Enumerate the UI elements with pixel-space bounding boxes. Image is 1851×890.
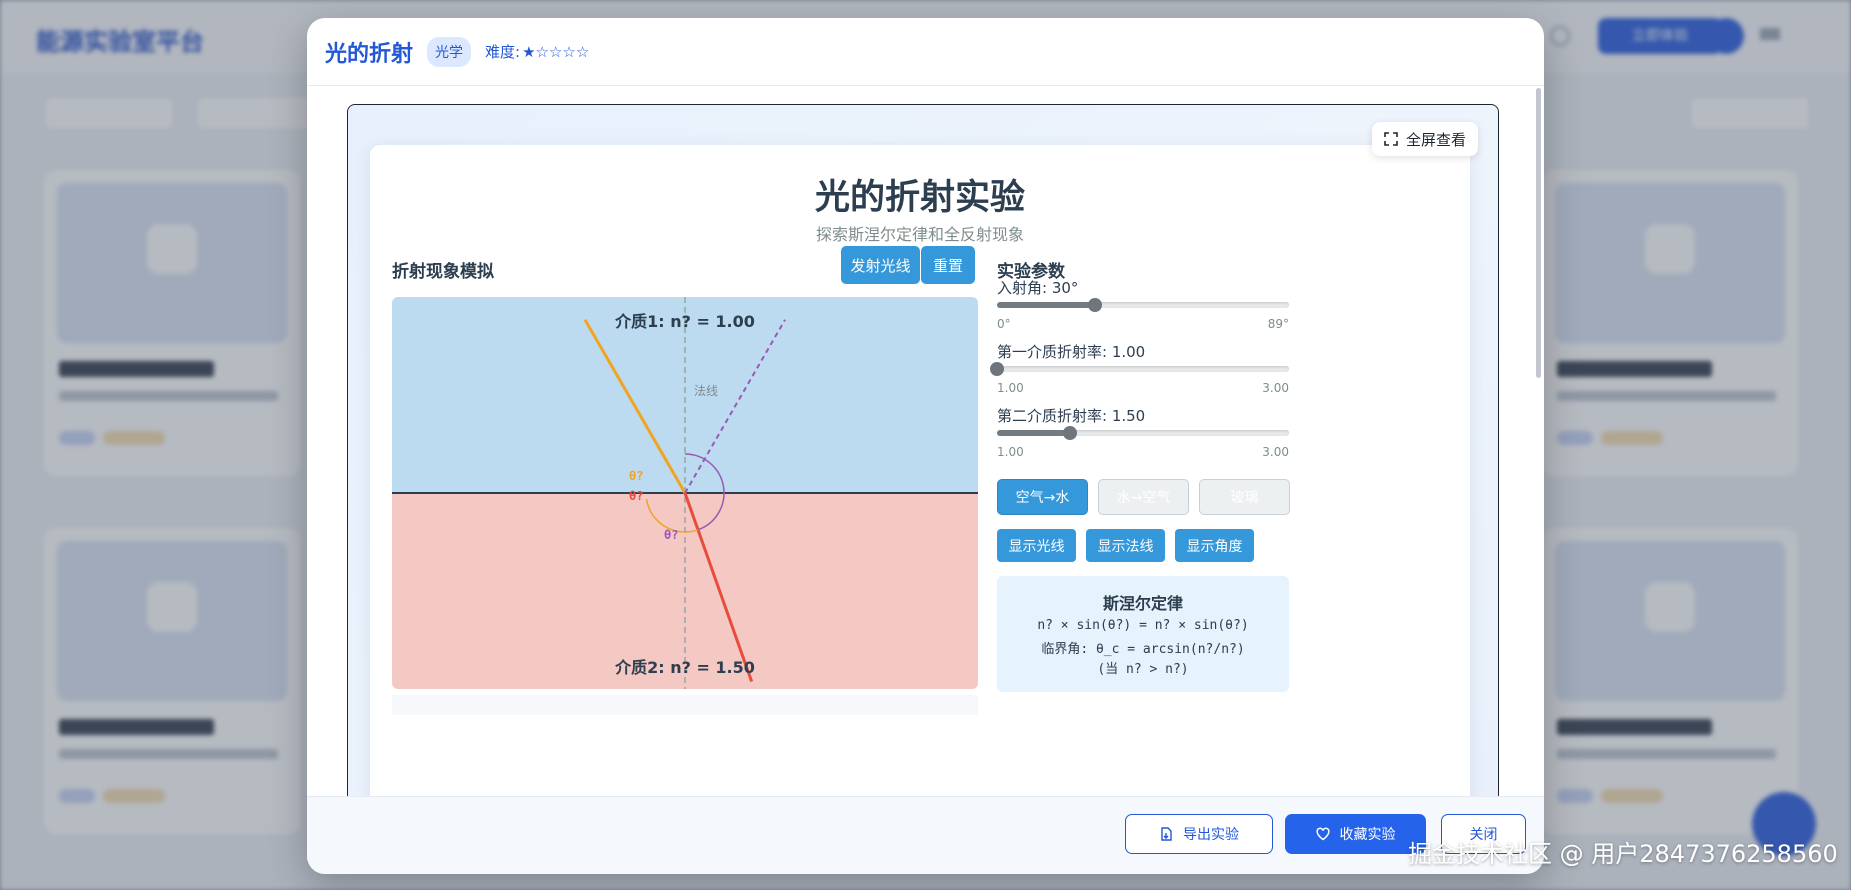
refracted-angle-label: θ? [664,528,678,542]
show-normal-button[interactable]: 显示法线 [1086,529,1165,562]
favorite-button[interactable]: 收藏实验 [1285,814,1426,854]
show-angles-button[interactable]: 显示角度 [1175,529,1254,562]
snell-law-formula: n? × sin(θ?) = n? × sin(θ?) [1037,618,1249,633]
emit-ray-button[interactable]: 发射光线 [841,246,920,284]
slider-max-label: 89° [1267,317,1289,331]
modal-footer: 导出实验 收藏实验 关闭 [307,796,1544,874]
heart-icon [1315,827,1330,841]
refracted-angle-label-left: θ? [629,489,643,503]
show-rays-button[interactable]: 显示光线 [997,529,1076,562]
canvas-footer-strip [392,695,978,715]
modal-header: 光的折射 光学 难度: ★☆☆☆☆ [307,18,1544,86]
air-to-water-button[interactable]: 空气→水 [997,479,1088,515]
incident-angle-label: θ? [629,469,643,483]
category-badge: 光学 [427,36,472,67]
slider-max-label: 3.00 [1262,445,1289,459]
difficulty-stars: ★☆☆☆☆ [522,42,590,61]
critical-angle-condition: (当 n? > n?) [1097,662,1189,677]
medium2-label: 介质2: n? = 1.50 [614,658,755,677]
slider-thumb[interactable] [990,362,1004,376]
fullscreen-button[interactable]: 全屏查看 [1371,122,1478,156]
export-label: 导出实验 [1183,827,1239,843]
difficulty-label: 难度: [485,43,521,61]
water-to-air-button[interactable]: 水→空气 [1098,479,1189,515]
n1-slider[interactable] [990,359,1289,379]
snell-law-title: 斯涅尔定律 [1102,594,1183,613]
file-export-icon [1161,827,1172,841]
simulation-title: 折射现象模拟 [392,262,494,282]
lab-panel: 光的折射实验 探索斯涅尔定律和全反射现象 折射现象模拟 发射光线 重置 法线 θ… [370,145,1470,815]
watermark: 掘金技术社区 @ 用户2847376258560 [1408,840,1838,868]
slider-min-label: 1.00 [997,381,1024,395]
modal-body: 全屏查看 光的折射实验 探索斯涅尔定律和全反射现象 折射现象模拟 发射光线 重置… [307,87,1544,815]
slider-min-label: 0° [997,317,1011,331]
slider-thumb[interactable] [1063,426,1077,440]
lab-subtitle: 探索斯涅尔定律和全反射现象 [815,225,1024,244]
lab-title: 光的折射实验 [814,178,1025,218]
slider-max-label: 3.00 [1262,381,1289,395]
reset-button[interactable]: 重置 [921,246,975,284]
snell-law-box: 斯涅尔定律 n? × sin(θ?) = n? × sin(θ?) 临界角: θ… [997,576,1289,692]
slider-thumb[interactable] [1088,298,1103,312]
slider-min-label: 1.00 [997,445,1024,459]
critical-angle-formula: 临界角: θ_c = arcsin(n?/n?) [1041,642,1245,657]
favorite-label: 收藏实验 [1339,827,1396,843]
fullscreen-label: 全屏查看 [1405,130,1466,149]
medium1-label: 介质1: n? = 1.00 [614,312,755,331]
export-button[interactable]: 导出实验 [1125,814,1273,854]
glass-button[interactable]: 玻璃 [1199,479,1290,515]
experiment-frame: 全屏查看 光的折射实验 探索斯涅尔定律和全反射现象 折射现象模拟 发射光线 重置… [347,104,1499,815]
modal-title: 光的折射 [325,41,414,67]
experiment-modal: 光的折射 光学 难度: ★☆☆☆☆ 全屏查看 光的折射实验 探索斯涅尔定律和全反… [307,18,1544,874]
refraction-canvas[interactable]: 法线 θ? θ? θ? 介质1: n? = 1.00 介质2: n? = 1.5… [392,297,978,689]
n2-slider[interactable] [997,423,1289,443]
expand-icon [1384,132,1398,146]
normal-label: 法线 [694,384,718,398]
incidence-angle-slider[interactable] [997,295,1289,315]
